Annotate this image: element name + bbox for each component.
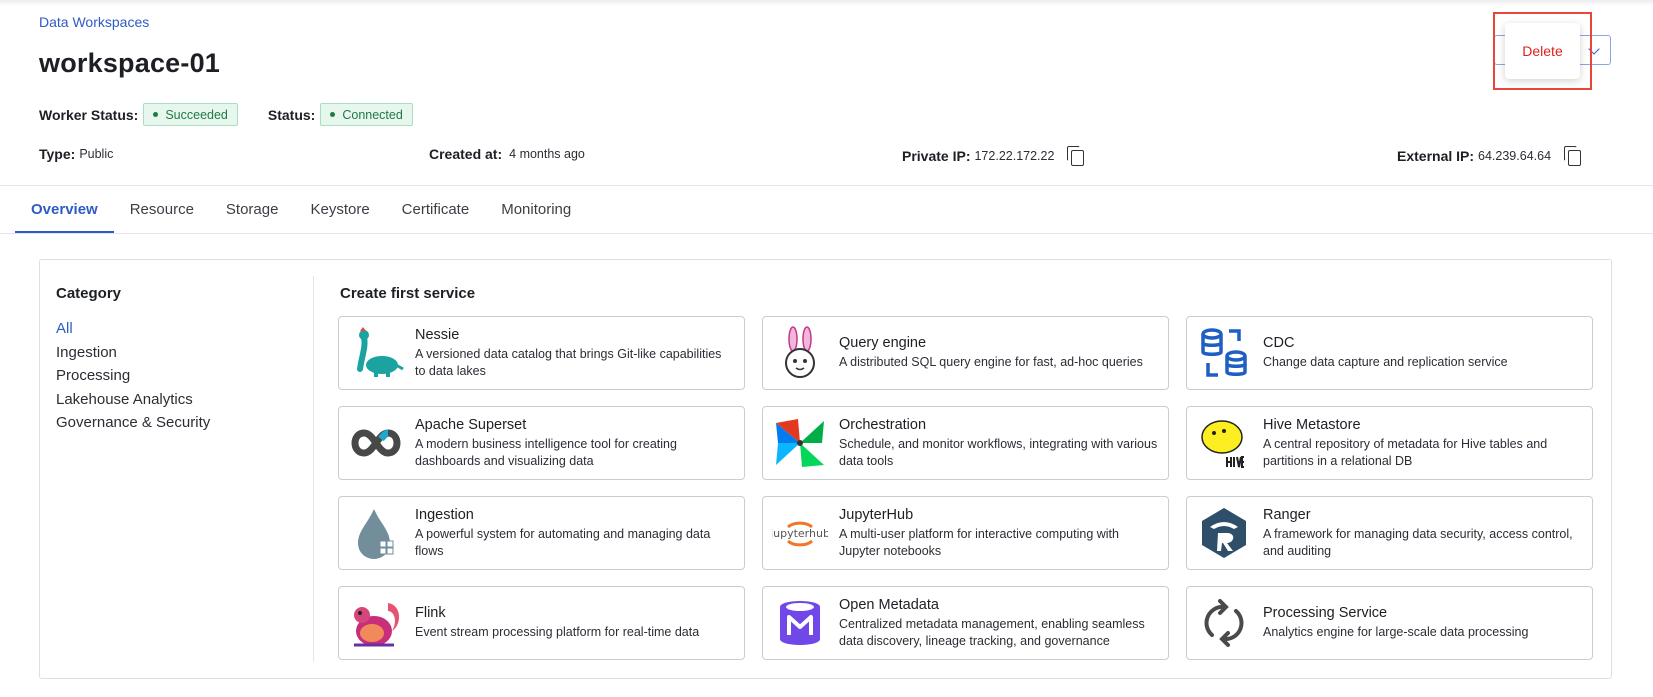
category-item-all[interactable]: All xyxy=(56,317,210,341)
service-card-jupyterhub[interactable]: jupyterhub JupyterHub A multi-user platf… xyxy=(762,496,1169,570)
ranger-icon xyxy=(1195,504,1253,562)
service-name: JupyterHub xyxy=(839,506,914,523)
service-name: Open Metadata xyxy=(839,596,939,613)
service-name: Processing Service xyxy=(1263,605,1388,621)
external-ip-value: 64.239.64.64 xyxy=(1478,149,1552,163)
service-card-nessie[interactable]: Nessie A versioned data catalog that bri… xyxy=(338,316,745,390)
page-title: workspace-01 xyxy=(39,48,220,78)
tab-bar: Overview Resource Storage Keystore Certi… xyxy=(15,186,587,234)
service-card-cdc[interactable]: CDC Change data capture and replication … xyxy=(1186,316,1593,390)
ingestion-icon xyxy=(347,504,405,562)
status-label: Status: xyxy=(267,106,316,123)
open-metadata-icon xyxy=(771,594,829,652)
service-name: CDC xyxy=(1263,335,1295,351)
service-name: Nessie xyxy=(415,326,460,343)
service-card-ingestion[interactable]: Ingestion A powerful system for automati… xyxy=(338,496,745,570)
copy-private-ip-icon[interactable] xyxy=(1066,146,1085,166)
tab-monitoring[interactable]: Monitoring xyxy=(485,186,587,234)
panel-divider xyxy=(313,276,314,662)
service-desc: Analytics engine for large-scale data pr… xyxy=(1263,625,1529,639)
service-card-open-metadata[interactable]: Open Metadata Centralized metadata manag… xyxy=(762,586,1169,660)
service-name: Ingestion xyxy=(415,506,474,523)
status-row: Worker Status: Succeeded Status: Connect… xyxy=(39,103,413,126)
service-name: Query engine xyxy=(839,335,927,351)
category-title: Category xyxy=(56,285,122,302)
created-label: Created at: xyxy=(429,146,503,162)
external-ip-label: External IP: xyxy=(1397,148,1475,164)
connection-status-badge: Connected xyxy=(320,103,413,126)
service-desc: Event stream processing platform for rea… xyxy=(415,625,700,639)
private-ip-label: Private IP: xyxy=(902,148,971,164)
jupyterhub-icon: jupyterhub xyxy=(771,504,829,562)
service-card-query-engine[interactable]: Query engine A distributed SQL query eng… xyxy=(762,316,1169,390)
worker-status-badge: Succeeded xyxy=(143,103,238,126)
service-name: Ranger xyxy=(1263,506,1311,523)
hive-icon xyxy=(1195,414,1253,472)
service-desc: A modern business intelligence tool for … xyxy=(415,436,677,468)
category-list: All Ingestion Processing Lakehouse Analy… xyxy=(56,317,210,435)
tab-certificate[interactable]: Certificate xyxy=(386,186,486,234)
service-desc: Centralized metadata management, enablin… xyxy=(839,616,1145,648)
processing-service-icon xyxy=(1195,594,1253,652)
flink-icon xyxy=(347,594,405,652)
tab-overview[interactable]: Overview xyxy=(15,186,114,234)
service-name: Flink xyxy=(415,605,446,621)
cdc-icon xyxy=(1195,324,1253,382)
status-dot-icon xyxy=(330,112,336,117)
services-title: Create first service xyxy=(340,285,476,302)
service-card-orchestration[interactable]: Orchestration Schedule, and monitor work… xyxy=(762,406,1169,480)
private-ip-info: Private IP: 172.22.172.22 xyxy=(902,146,1085,166)
status-dot-icon xyxy=(153,112,159,117)
worker-status-label: Worker Status: xyxy=(39,106,139,123)
nessie-icon xyxy=(347,324,405,382)
orchestration-icon xyxy=(771,414,829,472)
svg-text:jupyterhub: jupyterhub xyxy=(772,527,828,540)
service-card-hive-metastore[interactable]: Hive Metastore A central repository of m… xyxy=(1186,406,1593,480)
service-desc: A central repository of metadata for Hiv… xyxy=(1263,436,1548,468)
category-item-ingestion[interactable]: Ingestion xyxy=(56,341,210,365)
service-card-ranger[interactable]: Ranger A framework for managing data sec… xyxy=(1186,496,1593,570)
service-desc: A powerful system for automating and man… xyxy=(415,526,711,558)
highlight-box xyxy=(1493,12,1592,90)
superset-icon xyxy=(347,414,405,472)
service-card-apache-superset[interactable]: Apache Superset A modern business intell… xyxy=(338,406,745,480)
connection-status-value: Connected xyxy=(342,107,403,122)
top-shadow xyxy=(0,0,1653,6)
private-ip-value: 172.22.172.22 xyxy=(974,149,1055,163)
external-ip-info: External IP: 64.239.64.64 xyxy=(1397,146,1582,166)
category-item-lakehouse-analytics[interactable]: Lakehouse Analytics xyxy=(56,388,210,412)
category-item-governance-security[interactable]: Governance & Security xyxy=(56,411,210,435)
service-name: Orchestration xyxy=(839,416,927,433)
type-value: Public xyxy=(79,147,114,161)
type-label: Type: xyxy=(39,146,76,162)
created-value: 4 months ago xyxy=(509,147,585,161)
overview-panel: Category All Ingestion Processing Lakeho… xyxy=(39,259,1612,679)
tab-storage[interactable]: Storage xyxy=(210,186,295,234)
service-card-flink[interactable]: Flink Event stream processing platform f… xyxy=(338,586,745,660)
worker-status-value: Succeeded xyxy=(165,107,228,122)
query-engine-icon xyxy=(771,324,829,382)
service-card-processing-service[interactable]: Processing Service Analytics engine for … xyxy=(1186,586,1593,660)
service-desc: Change data capture and replication serv… xyxy=(1263,355,1508,369)
type-info: Type: Public xyxy=(39,146,113,162)
copy-external-ip-icon[interactable] xyxy=(1563,146,1582,166)
created-info: Created at: 4 months ago xyxy=(429,146,585,162)
breadcrumb-data-workspaces[interactable]: Data Workspaces xyxy=(39,14,149,30)
service-grid: Nessie A versioned data catalog that bri… xyxy=(338,316,1593,660)
service-desc: A distributed SQL query engine for fast,… xyxy=(839,355,1143,369)
service-desc: Schedule, and monitor workflows, integra… xyxy=(839,436,1158,468)
service-desc: A versioned data catalog that brings Git… xyxy=(415,346,722,378)
tabs-divider xyxy=(0,233,1653,234)
service-name: Apache Superset xyxy=(415,416,527,433)
service-name: Hive Metastore xyxy=(1263,416,1361,433)
service-desc: A multi-user platform for interactive co… xyxy=(839,526,1119,558)
service-desc: A framework for managing data security, … xyxy=(1263,526,1573,558)
tab-keystore[interactable]: Keystore xyxy=(294,186,385,234)
tab-resource[interactable]: Resource xyxy=(114,186,210,234)
category-item-processing[interactable]: Processing xyxy=(56,364,210,388)
